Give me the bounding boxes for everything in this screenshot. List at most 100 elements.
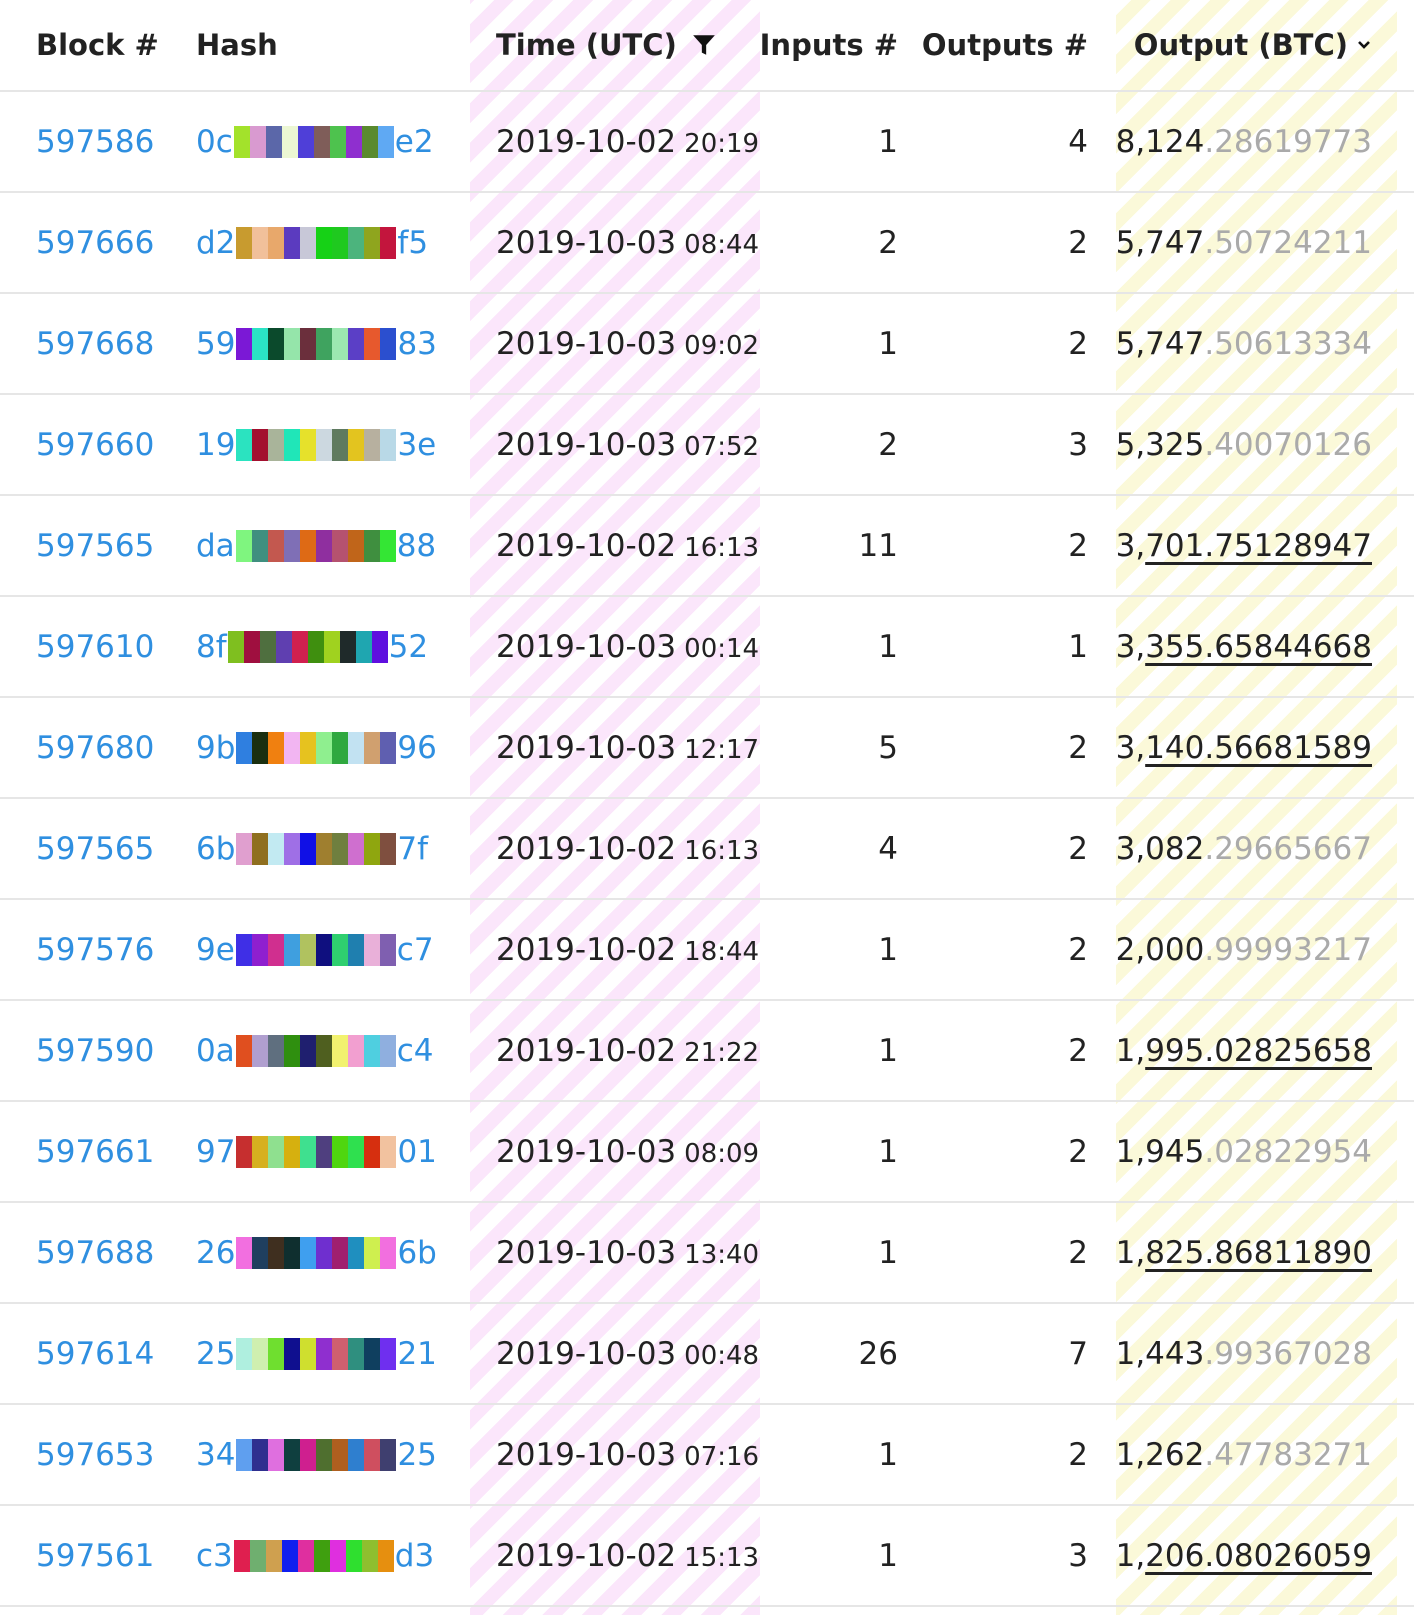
hash-swatch <box>267 933 284 966</box>
table-row[interactable]: 597668 59 83 2019-10-03 09:02 1 2 5,747.… <box>0 294 1414 395</box>
hash-swatch <box>268 731 285 764</box>
hash-swatch <box>348 731 365 764</box>
block-link[interactable]: 597614 <box>36 1336 154 1372</box>
hash-swatch <box>364 1337 381 1370</box>
block-link[interactable]: 597576 <box>36 932 154 968</box>
hash-swatch <box>364 1438 381 1471</box>
hash-swatch <box>236 1135 253 1168</box>
header-block[interactable]: Block # <box>36 0 159 90</box>
time-date: 2019-10-03 <box>496 224 677 261</box>
table-row[interactable]: 597565 da 88 2019-10-02 16:13 11 2 3, 701… <box>0 496 1414 597</box>
hash-link[interactable]: 6b 7f <box>196 799 428 898</box>
time-hm: 00:48 <box>684 1340 760 1371</box>
hash-end: 3e <box>397 426 437 463</box>
table-row[interactable]: 597614 25 21 2019-10-03 00:48 26 7 1,443… <box>0 1304 1414 1405</box>
hash-link[interactable]: 0c e2 <box>196 92 434 191</box>
outputs-count: 2 <box>1068 931 1088 968</box>
hash-swatch <box>364 832 381 865</box>
block-link[interactable]: 597660 <box>36 427 154 463</box>
time-cell: 2019-10-03 00:48 <box>496 1304 759 1403</box>
hash-link[interactable]: 97 01 <box>196 1102 437 1201</box>
hash-link[interactable]: 34 25 <box>196 1405 437 1504</box>
inputs-count: 1 <box>878 931 898 968</box>
table-row[interactable]: 597590 0a c4 2019-10-02 21:22 1 2 1, 995.… <box>0 1001 1414 1102</box>
block-link[interactable]: 597610 <box>36 629 154 665</box>
hash-swatch <box>252 226 269 259</box>
hash-swatch <box>348 832 365 865</box>
block-link[interactable]: 597653 <box>36 1437 154 1473</box>
inputs-count: 11 <box>858 527 898 564</box>
table-row[interactable]: 597610 8f 52 2019-10-03 00:14 1 1 3, 355.… <box>0 597 1414 698</box>
time-cell: 2019-10-03 12:17 <box>496 698 759 797</box>
table-row[interactable]: 597661 97 01 2019-10-03 08:09 1 2 1,945.… <box>0 1102 1414 1203</box>
table-row[interactable]: 597576 9e c7 2019-10-02 18:44 1 2 2,000.… <box>0 900 1414 1001</box>
hash-swatch <box>300 428 317 461</box>
hash-swatch <box>377 1539 394 1572</box>
hash-swatches <box>236 1438 397 1471</box>
hash-swatch <box>268 1236 285 1269</box>
table-row[interactable]: 597666 d2 f5 2019-10-03 08:44 2 2 5,747.… <box>0 193 1414 294</box>
hash-swatch <box>379 529 396 562</box>
hash-swatch <box>363 1034 380 1067</box>
table-row[interactable]: 597680 9b 96 2019-10-03 12:17 5 2 3, 140.… <box>0 698 1414 799</box>
hash-link[interactable]: 25 21 <box>196 1304 437 1403</box>
time-cell: 2019-10-03 07:52 <box>496 395 759 494</box>
block-link[interactable]: 597565 <box>36 831 154 867</box>
block-link[interactable]: 597590 <box>36 1033 154 1069</box>
table-row[interactable]: 597653 34 25 2019-10-03 07:16 1 2 1,262.… <box>0 1405 1414 1506</box>
outputs-count: 7 <box>1068 1335 1088 1372</box>
hash-link[interactable]: 0a c4 <box>196 1001 434 1100</box>
chevron-down-icon[interactable] <box>1356 37 1372 53</box>
table-row[interactable]: 597688 26 6b 2019-10-03 13:40 1 2 1, 825.… <box>0 1203 1414 1304</box>
block-link[interactable]: 597565 <box>36 528 154 564</box>
hash-start: c3 <box>196 1537 233 1574</box>
hash-swatch <box>259 630 276 663</box>
block-link[interactable]: 597668 <box>36 326 154 362</box>
block-link[interactable]: 597586 <box>36 124 154 160</box>
outputs-count: 4 <box>1068 123 1088 160</box>
header-hash[interactable]: Hash <box>196 0 278 90</box>
header-inputs[interactable]: Inputs # <box>760 0 898 90</box>
block-link[interactable]: 597661 <box>36 1134 154 1170</box>
header-output-btc[interactable]: Output (BTC) <box>1134 0 1372 90</box>
block-link[interactable]: 597561 <box>36 1538 154 1574</box>
hash-link[interactable]: 59 83 <box>196 294 437 393</box>
block-link[interactable]: 597666 <box>36 225 154 261</box>
time-date: 2019-10-02 <box>496 527 677 564</box>
hash-swatch <box>252 1135 269 1168</box>
header-outputs[interactable]: Outputs # <box>922 0 1088 90</box>
block-link[interactable]: 597680 <box>36 730 154 766</box>
time-hm: 07:52 <box>684 431 760 462</box>
hash-link[interactable]: c3 d3 <box>196 1506 434 1605</box>
hash-swatch <box>348 1135 365 1168</box>
hash-link[interactable]: 9e c7 <box>196 900 434 999</box>
hash-link[interactable]: da 88 <box>196 496 436 595</box>
filter-icon[interactable] <box>691 32 717 58</box>
hash-link[interactable]: 19 3e <box>196 395 436 494</box>
hash-swatch <box>265 1539 282 1572</box>
hash-link[interactable]: 26 6b <box>196 1203 437 1302</box>
hash-swatch <box>252 1236 269 1269</box>
hash-link[interactable]: 8f 52 <box>196 597 428 696</box>
outputs-count: 1 <box>1068 628 1088 665</box>
header-time[interactable]: Time (UTC) <box>496 0 717 90</box>
hash-swatches <box>235 933 396 966</box>
hash-swatch <box>291 630 308 663</box>
hash-link[interactable]: d2 f5 <box>196 193 428 292</box>
table-row[interactable]: 597565 6b 7f 2019-10-02 16:13 4 2 3,082.… <box>0 799 1414 900</box>
hash-link[interactable]: 9b 96 <box>196 698 437 797</box>
inputs-count: 1 <box>878 1436 898 1473</box>
block-link[interactable]: 597688 <box>36 1235 154 1271</box>
hash-swatches <box>235 1034 396 1067</box>
output-btc-cell: 1, 995.02825658 <box>1116 1001 1372 1100</box>
hash-start: 59 <box>196 325 236 362</box>
table-row[interactable]: 597660 19 3e 2019-10-03 07:52 2 3 5,325.… <box>0 395 1414 496</box>
table-row[interactable]: 597586 0c e2 2019-10-02 20:19 1 4 8,124.… <box>0 92 1414 193</box>
hash-swatch <box>284 731 301 764</box>
time-cell: 2019-10-03 09:02 <box>496 294 759 393</box>
hash-end: d3 <box>394 1537 435 1574</box>
table-row[interactable]: 597561 c3 d3 2019-10-02 15:13 1 3 1, 206.… <box>0 1506 1414 1607</box>
hash-swatch <box>380 1135 397 1168</box>
hash-start: da <box>196 527 235 564</box>
time-cell: 2019-10-03 07:16 <box>496 1405 759 1504</box>
